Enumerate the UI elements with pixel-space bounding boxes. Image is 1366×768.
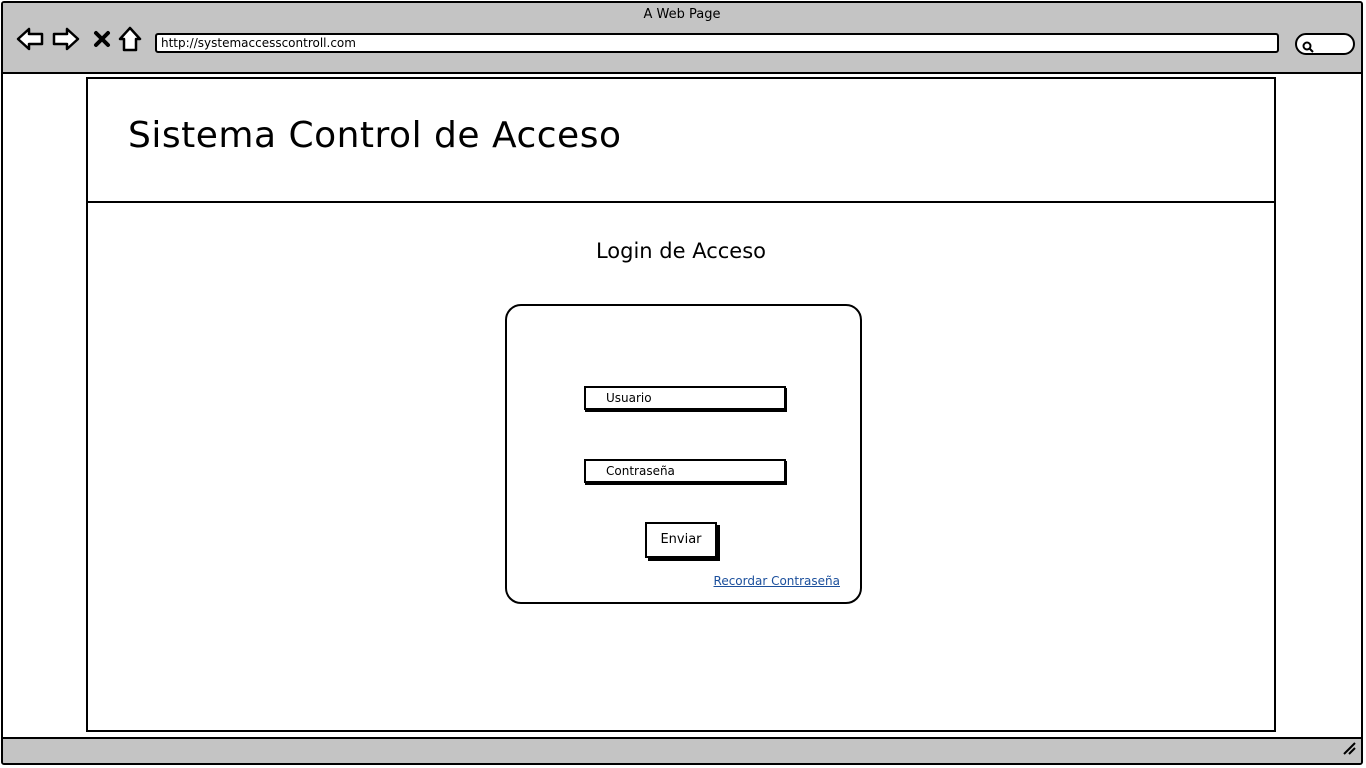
page-content: Sistema Control de Acceso Login de Acces… [86, 77, 1276, 732]
login-title: Login de Acceso [595, 239, 767, 263]
browser-search-box[interactable] [1295, 33, 1355, 55]
browser-titlebar: A Web Page http://systemaccesscontroll.c… [3, 3, 1361, 74]
search-icon [1302, 38, 1314, 57]
login-form: Usuario Contraseña Enviar Recordar Contr… [505, 304, 862, 604]
window-title: A Web Page [643, 7, 721, 22]
forgot-password-link[interactable]: Recordar Contraseña [714, 574, 840, 588]
forward-arrow-icon[interactable] [51, 25, 81, 53]
password-input[interactable]: Contraseña [584, 459, 786, 483]
resize-handle-icon[interactable] [1341, 740, 1357, 760]
username-input[interactable]: Usuario [584, 386, 786, 410]
browser-statusbar [3, 737, 1361, 763]
back-arrow-icon[interactable] [15, 25, 45, 53]
page-header: Sistema Control de Acceso [88, 79, 1274, 203]
url-bar[interactable]: http://systemaccesscontroll.com [155, 33, 1279, 53]
submit-button[interactable]: Enviar [645, 522, 717, 558]
close-icon[interactable] [87, 25, 117, 53]
home-icon[interactable] [115, 25, 145, 53]
app-title: Sistema Control de Acceso [128, 115, 622, 156]
